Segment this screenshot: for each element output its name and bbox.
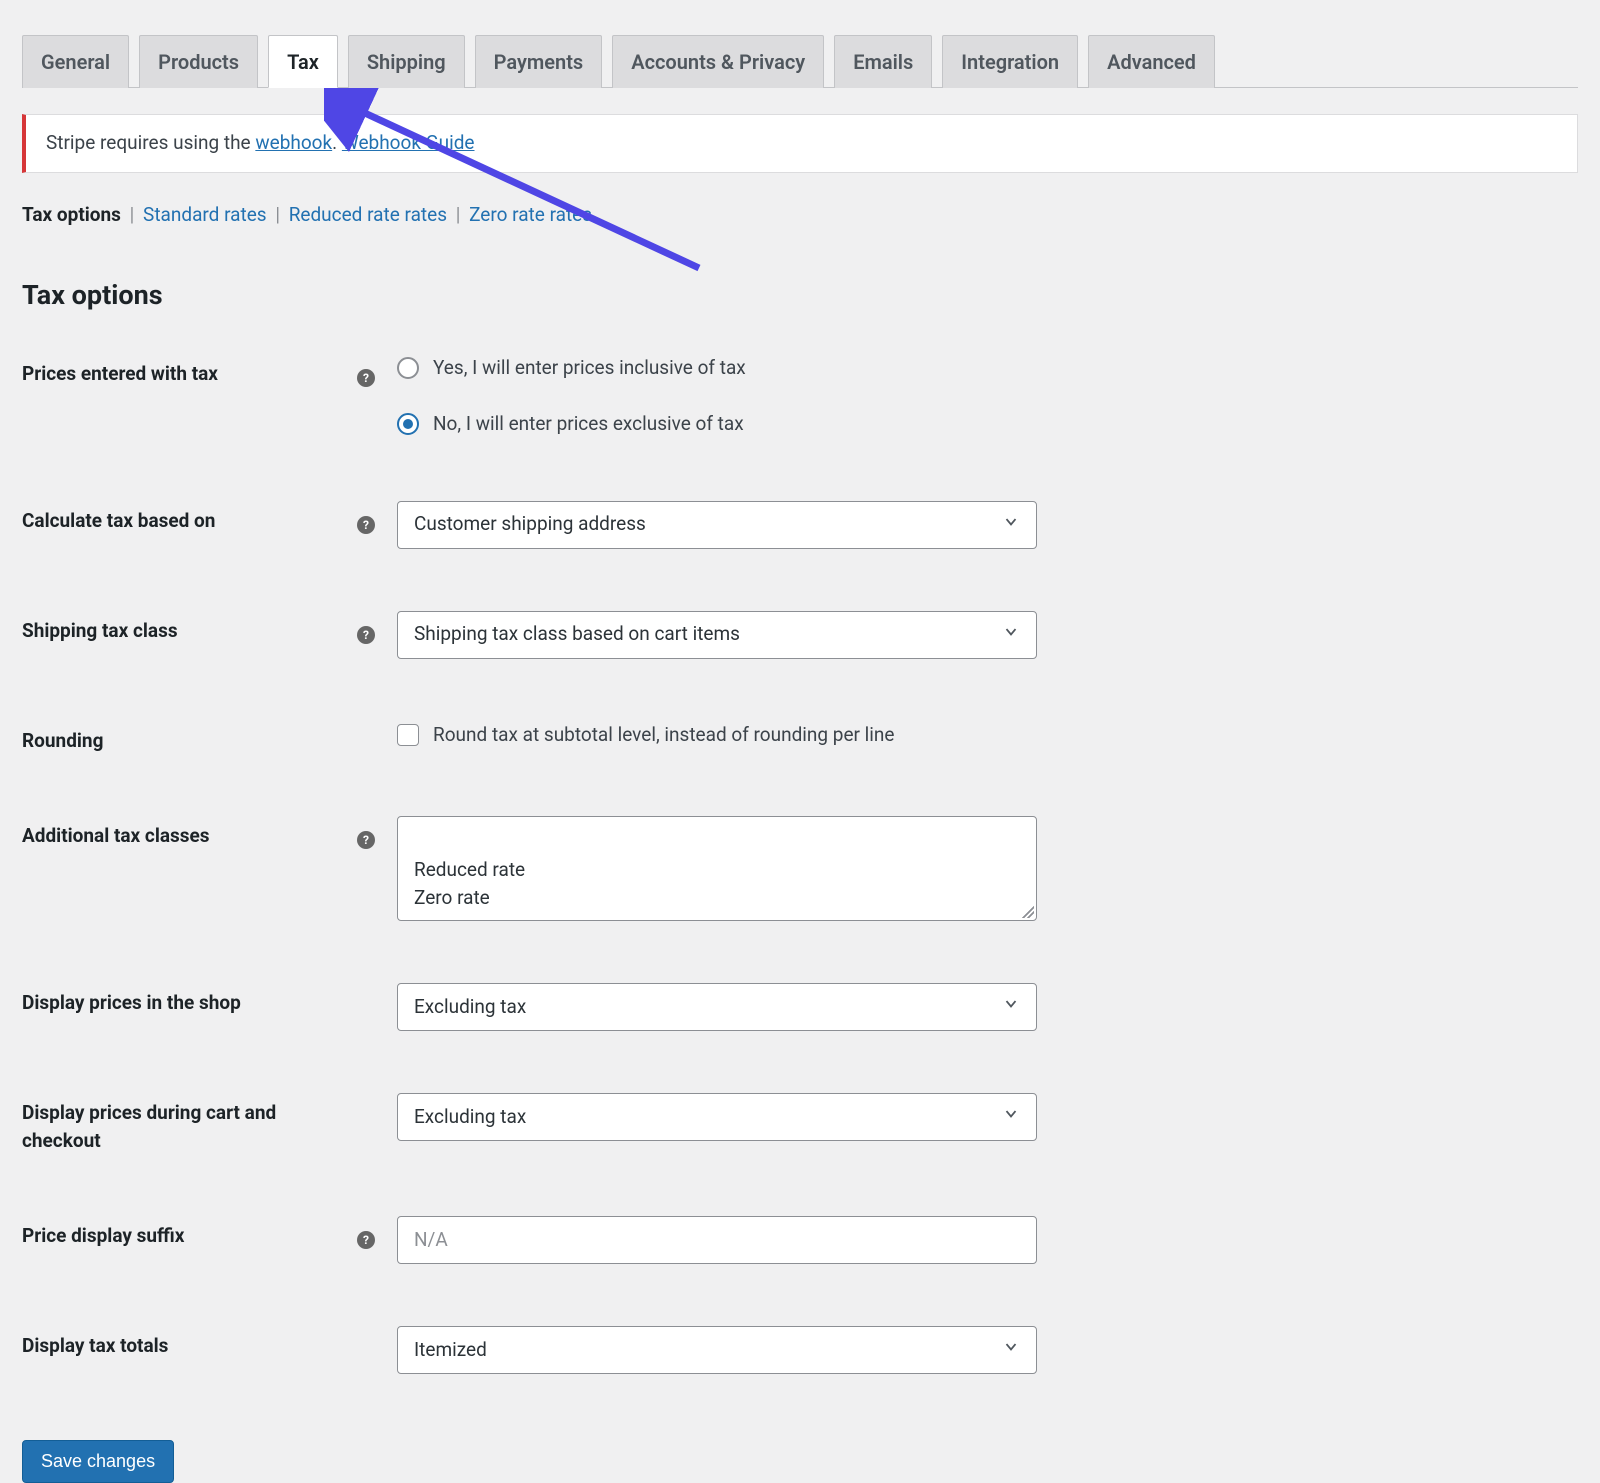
notice-text-mid: .: [332, 131, 342, 154]
select-value: Shipping tax class based on cart items: [414, 620, 740, 649]
radio-prices-exclusive[interactable]: No, I will enter prices exclusive of tax: [397, 410, 1578, 439]
help-icon[interactable]: ?: [357, 516, 375, 534]
select-display-prices-cart-checkout[interactable]: Excluding tax: [397, 1093, 1037, 1141]
tab-accounts-privacy[interactable]: Accounts & Privacy: [612, 35, 824, 88]
row-display-prices-cart-checkout: Display prices during cart and checkout …: [22, 1093, 1578, 1154]
webhook-link[interactable]: webhook: [255, 131, 332, 154]
input-price-display-suffix[interactable]: N/A: [397, 1216, 1037, 1264]
save-changes-button[interactable]: Save changes: [22, 1440, 174, 1483]
select-display-prices-in-shop[interactable]: Excluding tax: [397, 983, 1037, 1031]
label-price-display-suffix: Price display suffix: [22, 1216, 357, 1250]
label-rounding: Rounding: [22, 721, 357, 755]
input-placeholder: N/A: [414, 1226, 448, 1255]
checkbox-icon: [397, 724, 419, 746]
row-price-display-suffix: Price display suffix ? N/A: [22, 1216, 1578, 1264]
select-calculate-tax-based-on[interactable]: Customer shipping address: [397, 501, 1037, 549]
tab-tax[interactable]: Tax: [268, 35, 338, 88]
tab-integration[interactable]: Integration: [942, 35, 1078, 88]
help-icon[interactable]: ?: [357, 626, 375, 644]
help-icon[interactable]: ?: [357, 831, 375, 849]
row-rounding: Rounding Round tax at subtotal level, in…: [22, 721, 1578, 755]
row-display-tax-totals: Display tax totals Itemized: [22, 1326, 1578, 1374]
tab-payments[interactable]: Payments: [475, 35, 603, 88]
checkbox-rounding[interactable]: Round tax at subtotal level, instead of …: [397, 721, 1578, 750]
resize-handle-icon[interactable]: [1022, 906, 1034, 918]
page-title: Tax options: [22, 275, 1578, 316]
settings-tabs: General Products Tax Shipping Payments A…: [22, 0, 1578, 88]
stripe-webhook-notice: Stripe requires using the webhook. Webho…: [22, 114, 1578, 173]
tab-shipping[interactable]: Shipping: [348, 35, 465, 88]
tab-products[interactable]: Products: [139, 35, 258, 88]
row-display-prices-in-shop: Display prices in the shop Excluding tax: [22, 983, 1578, 1031]
chevron-down-icon: [1002, 510, 1020, 539]
row-calculate-tax-based-on: Calculate tax based on ? Customer shippi…: [22, 501, 1578, 549]
label-prices-entered-with-tax: Prices entered with tax: [22, 354, 357, 388]
select-value: Customer shipping address: [414, 510, 646, 539]
label-additional-tax-classes: Additional tax classes: [22, 816, 357, 850]
select-shipping-tax-class[interactable]: Shipping tax class based on cart items: [397, 611, 1037, 659]
form-actions: Save changes: [22, 1436, 1578, 1483]
tab-emails[interactable]: Emails: [834, 35, 932, 88]
subnav-reduced-rate-rates[interactable]: Reduced rate rates: [289, 203, 447, 226]
label-display-prices-cart-checkout: Display prices during cart and checkout: [22, 1093, 357, 1154]
radio-prices-exclusive-label: No, I will enter prices exclusive of tax: [433, 410, 744, 439]
checkbox-rounding-label: Round tax at subtotal level, instead of …: [433, 721, 895, 750]
radio-prices-inclusive[interactable]: Yes, I will enter prices inclusive of ta…: [397, 354, 1578, 383]
select-value: Excluding tax: [414, 1103, 526, 1132]
row-prices-entered-with-tax: Prices entered with tax ? Yes, I will en…: [22, 354, 1578, 439]
subnav-standard-rates[interactable]: Standard rates: [143, 203, 267, 226]
row-shipping-tax-class: Shipping tax class ? Shipping tax class …: [22, 611, 1578, 659]
tab-general[interactable]: General: [22, 35, 129, 88]
subnav-zero-rate-rates[interactable]: Zero rate rates: [469, 203, 592, 226]
select-value: Excluding tax: [414, 993, 526, 1022]
webhook-guide-link[interactable]: Webhook Guide: [342, 131, 475, 154]
tax-subnav: Tax options | Standard rates | Reduced r…: [22, 201, 1578, 230]
textarea-additional-tax-classes[interactable]: Reduced rate Zero rate: [397, 816, 1037, 921]
chevron-down-icon: [1002, 1336, 1020, 1365]
label-display-tax-totals: Display tax totals: [22, 1326, 357, 1360]
label-shipping-tax-class: Shipping tax class: [22, 611, 357, 645]
tab-advanced[interactable]: Advanced: [1088, 35, 1215, 88]
radio-prices-inclusive-label: Yes, I will enter prices inclusive of ta…: [433, 354, 746, 383]
textarea-value: Reduced rate Zero rate: [414, 858, 525, 910]
notice-text-prefix: Stripe requires using the: [46, 131, 255, 154]
row-additional-tax-classes: Additional tax classes ? Reduced rate Ze…: [22, 816, 1578, 921]
label-display-prices-in-shop: Display prices in the shop: [22, 983, 357, 1017]
chevron-down-icon: [1002, 1103, 1020, 1132]
select-value: Itemized: [414, 1336, 487, 1365]
label-calculate-tax-based-on: Calculate tax based on: [22, 501, 357, 535]
chevron-down-icon: [1002, 620, 1020, 649]
chevron-down-icon: [1002, 993, 1020, 1022]
radio-icon: [397, 413, 419, 435]
select-display-tax-totals[interactable]: Itemized: [397, 1326, 1037, 1374]
radio-icon: [397, 357, 419, 379]
help-icon[interactable]: ?: [357, 369, 375, 387]
help-icon[interactable]: ?: [357, 1231, 375, 1249]
subnav-tax-options[interactable]: Tax options: [22, 203, 121, 226]
